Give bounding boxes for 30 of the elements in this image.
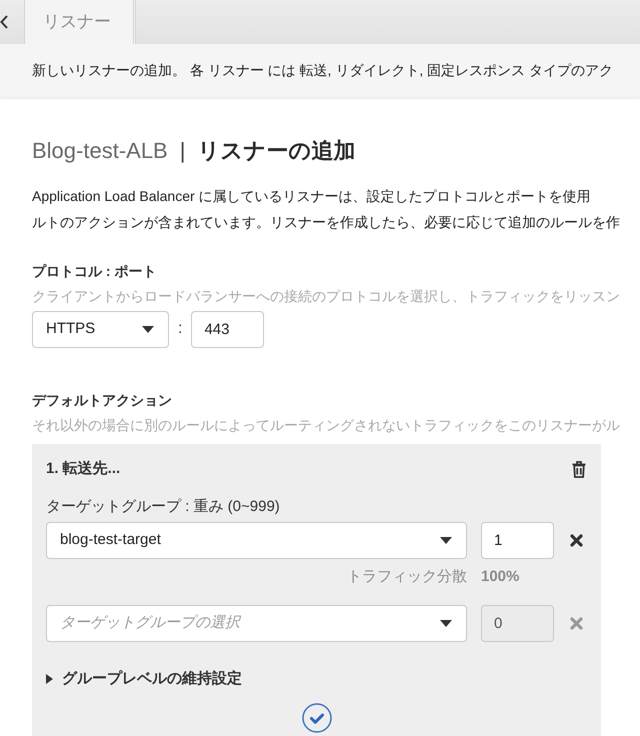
weight-input: 0 (481, 605, 554, 642)
section-label: プロトコル : ポート (32, 262, 156, 281)
port-input[interactable]: 443 (191, 311, 264, 348)
check-circle-icon[interactable] (302, 703, 332, 733)
close-icon[interactable] (570, 534, 583, 547)
expander-label[interactable]: グループレベルの維持設定 (62, 669, 242, 689)
caret-down-icon (142, 326, 154, 333)
trash-icon[interactable] (572, 460, 586, 478)
page-title: リスナーの追加 (197, 136, 356, 164)
field-label: ターゲットグループ : 重み (0~999) (46, 497, 281, 517)
load-balancer-name: Blog-test-ALB (32, 136, 168, 165)
chevron-left-icon[interactable] (0, 15, 8, 29)
target-group-select[interactable]: blog-test-target (46, 522, 467, 559)
protocol-select[interactable]: HTTPS (32, 311, 169, 348)
caret-down-icon (440, 537, 452, 544)
caret-down-icon (440, 620, 452, 627)
action-heading: 1. 転送先... (46, 459, 120, 479)
description-text: ルトのアクションが含まれています。リスナーを作成したら、必要に応じて追加のルールを作 (32, 213, 620, 232)
distribution-value: 100% (481, 567, 520, 587)
hint-text: クライアントからロードバランサーへの接続のプロトコルを選択し、トラフィックをリッスン (32, 287, 620, 306)
separator-text: : (178, 319, 182, 339)
hint-text: それ以外の場合に別のルールによってルーティングされないトラフィックをこのリスナーがル (32, 416, 620, 435)
title-separator: | (180, 136, 186, 165)
section-label: デフォルトアクション (32, 391, 172, 410)
distribution-label: トラフィック分散 (346, 567, 467, 587)
info-text: 新しいリスナーの追加。 各 リスナー には 転送, リダイレクト, 固定レスポンス タイプのアク (32, 61, 614, 80)
weight-input[interactable]: 1 (481, 522, 554, 559)
description-text: Application Load Balancer に属しているリスナーは、設定したプロトコルとポートを使用 (32, 187, 591, 206)
caret-right-icon[interactable] (46, 674, 53, 684)
close-icon (570, 617, 583, 630)
